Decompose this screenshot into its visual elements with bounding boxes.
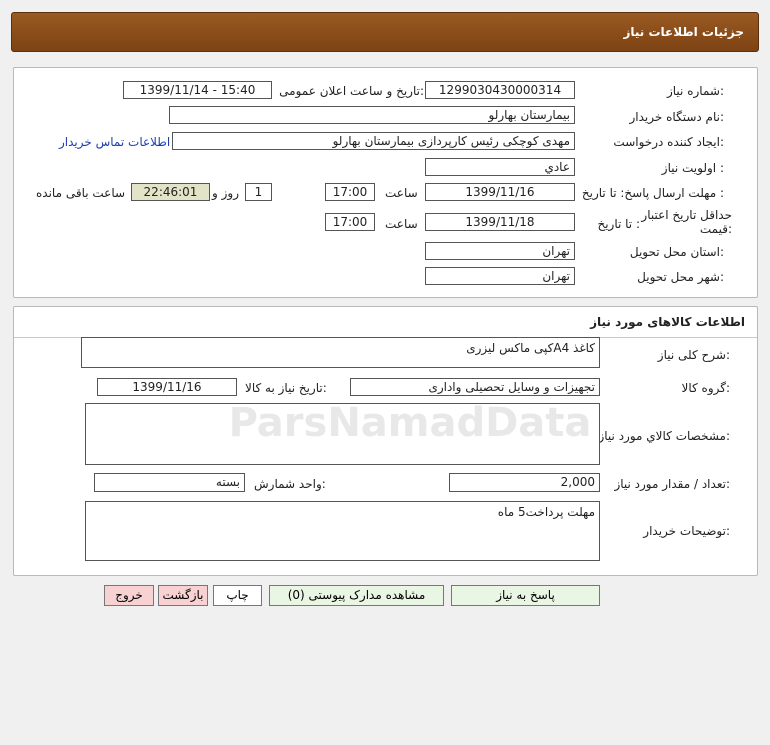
deadline-date-field: 1399/11/16 <box>425 183 575 201</box>
need-info-panel: شماره نیاز: 1299030430000314 تاریخ و ساع… <box>13 67 758 298</box>
exit-button[interactable]: خروج <box>104 585 154 606</box>
back-button[interactable]: بازگشت <box>158 585 208 606</box>
province-field: تهران <box>425 242 575 260</box>
buyer-org-field: بیمارستان بهارلو <box>169 106 575 124</box>
validity-time-field: 17:00 <box>325 213 375 231</box>
unit-field: بسته <box>94 473 245 492</box>
days-label: روز و <box>212 186 239 200</box>
buyer-notes-field: مهلت پرداخت5 ماه <box>85 501 600 561</box>
announce-datetime-field: 1399/11/14 - 15:40 <box>123 81 272 99</box>
qty-label: تعداد / مقدار مورد نیاز: <box>614 477 730 491</box>
need-number-field: 1299030430000314 <box>425 81 575 99</box>
buyer-org-label: نام دستگاه خریدار: <box>629 110 725 124</box>
deadline-label: مهلت ارسال پاسخ: تا تاریخ : <box>581 186 724 200</box>
need-number-label: شماره نیاز: <box>666 84 724 98</box>
reply-button[interactable]: پاسخ به نیاز <box>451 585 600 606</box>
group-field: تجهیزات و وسایل تحصیلی واداری <box>350 378 600 396</box>
remaining-time-field: 22:46:01 <box>131 183 210 201</box>
days-count-field: 1 <box>245 183 272 201</box>
validity-time-label: ساعت <box>385 217 418 231</box>
city-label: شهر محل تحویل: <box>637 270 724 284</box>
priority-field: عادي <box>425 158 575 176</box>
requester-field: مهدی کوچکی رئیس کارپردازی بیمارستان بهار… <box>172 132 575 150</box>
buyer-contact-link[interactable]: اطلاعات تماس خریدار <box>59 135 170 149</box>
specs-field <box>85 403 600 465</box>
unit-label: واحد شمارش: <box>254 477 326 491</box>
deadline-time-label: ساعت <box>385 186 418 200</box>
announce-label: تاریخ و ساعت اعلان عمومی: <box>279 84 424 98</box>
page-header: جزئیات اطلاعات نیاز <box>11 12 759 52</box>
view-attachments-button[interactable]: مشاهده مدارک پیوستی (0) <box>269 585 444 606</box>
province-label: استان محل تحویل: <box>629 245 724 259</box>
desc-field: کاغذ A4کپی ماکس لیزری <box>81 337 600 368</box>
remaining-label: ساعت باقی مانده <box>36 186 126 200</box>
desc-label: شرح کلی نیاز: <box>657 348 730 362</box>
specs-label: مشخصات کالاي مورد نیاز: <box>598 429 730 443</box>
validity-date-field: 1399/11/18 <box>425 213 575 231</box>
group-label: گروه کالا: <box>681 381 731 395</box>
need-date-field: 1399/11/16 <box>97 378 237 396</box>
validity-label: حداقل تاریخ اعتبار قیمت: <box>641 208 732 236</box>
validity-to-label: تا تاریخ : <box>597 217 640 231</box>
deadline-time-field: 17:00 <box>325 183 375 201</box>
priority-label: اولویت نیاز : <box>661 161 724 175</box>
page-title: جزئیات اطلاعات نیاز <box>623 25 744 39</box>
qty-field: 2,000 <box>449 473 600 492</box>
need-date-label: تاریخ نیاز به کالا: <box>245 381 327 395</box>
goods-panel: اطلاعات کالاهای مورد نیاز شرح کلی نیاز: … <box>13 306 758 576</box>
print-button[interactable]: چاپ <box>213 585 262 606</box>
city-field: تهران <box>425 267 575 285</box>
requester-label: ایجاد کننده درخواست: <box>613 135 724 149</box>
goods-section-title: اطلاعات کالاهای مورد نیاز <box>590 315 745 329</box>
buyer-notes-label: توضیحات خریدار: <box>643 524 730 538</box>
